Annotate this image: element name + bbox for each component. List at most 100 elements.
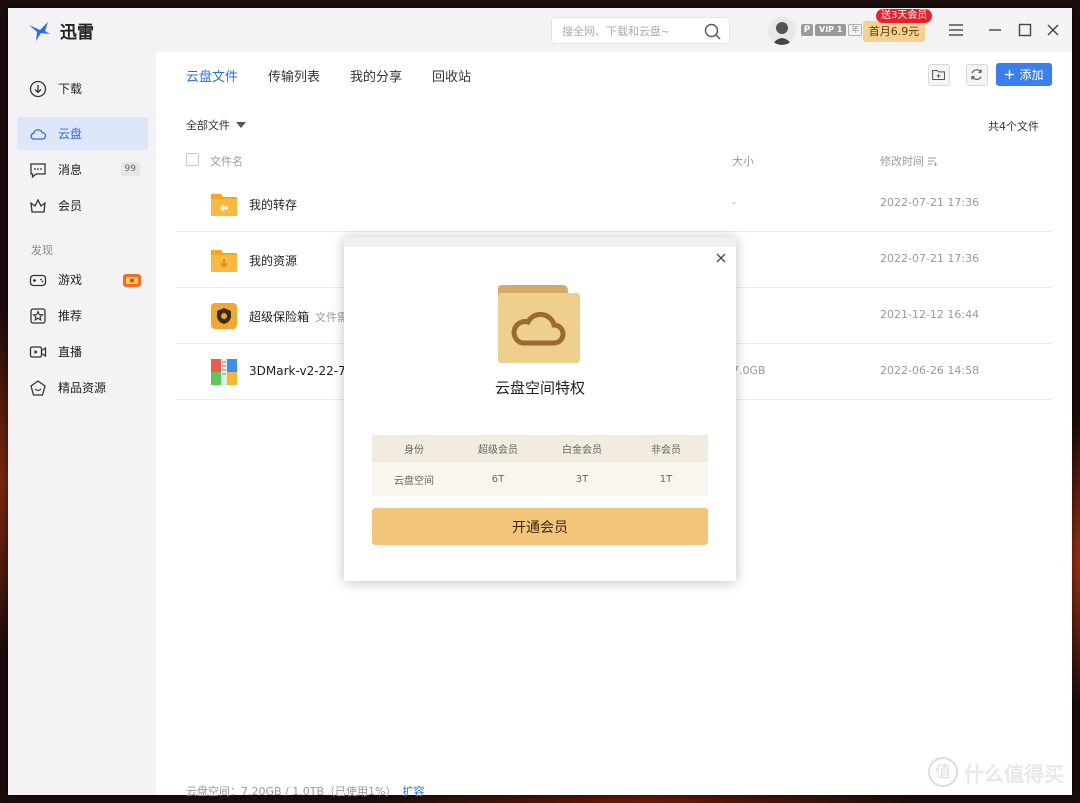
vip-year: 年 — [848, 24, 863, 36]
table-cell: 6T — [491, 473, 505, 485]
safe-box-icon — [211, 303, 237, 329]
gift-icon — [123, 274, 141, 287]
sidebar-item-recommend[interactable]: 推荐 — [17, 299, 148, 332]
thunder-bird-icon — [29, 21, 50, 41]
privilege-table: 身份 超级会员 白金会员 非会员 云盘空间 6T 3T 1T — [372, 435, 708, 496]
table-header-cell: 超级会员 — [478, 445, 518, 456]
sidebar-item-live[interactable]: 直播 — [17, 335, 148, 368]
privilege-table-row: 云盘空间 6T 3T 1T — [372, 462, 708, 496]
file-date: 2022-07-21 17:36 — [880, 196, 980, 209]
search-input[interactable] — [562, 22, 702, 40]
folder-transfer-icon — [211, 194, 237, 216]
file-filter-dropdown[interactable]: 全部文件 — [186, 117, 246, 133]
table-cell: 云盘空间 — [394, 475, 434, 487]
live-icon — [29, 345, 47, 358]
archive-icon — [211, 359, 237, 385]
watermark: 值 什么值得买 — [928, 757, 1064, 787]
promo-tag: 送3天会员 — [876, 9, 933, 23]
file-name-text: 超级保险箱 — [249, 310, 310, 324]
vip-badges: P VIP 1 年 — [801, 24, 863, 36]
sidebar-item-label: 下载 — [58, 82, 83, 96]
column-header-name[interactable]: 文件名 — [210, 153, 243, 169]
sidebar-item-label: 精品资源 — [58, 381, 107, 395]
star-icon — [30, 307, 46, 324]
avatar-icon — [768, 17, 796, 45]
file-name-text: 我的转存 — [249, 198, 298, 212]
sidebar-item-games[interactable]: 游戏 — [17, 263, 148, 296]
file-size: 7.0GB — [732, 364, 766, 377]
file-name: 3DMark-v2-22-7 — [249, 364, 346, 378]
promo-button[interactable]: 首月6.9元 — [863, 21, 925, 42]
message-icon — [30, 162, 46, 178]
refresh-button[interactable] — [966, 64, 988, 86]
app-logo: 迅雷 — [28, 18, 94, 43]
new-folder-button[interactable] — [928, 64, 950, 86]
file-name: 我的转存 — [249, 196, 297, 213]
privilege-modal: 云盘空间特权 身份 超级会员 白金会员 非会员 云盘空间 6T 3T 1T 开通… — [344, 237, 736, 581]
file-date: 2022-07-21 17:36 — [880, 252, 980, 265]
column-header-modified-label: 修改时间 — [880, 155, 924, 168]
sidebar-item-label: 会员 — [58, 199, 83, 213]
file-name: 我的资源 — [249, 252, 297, 269]
app-window: 迅雷 P VIP 1 年 首月6.9元 送3天会员 — [8, 8, 1072, 798]
select-all-checkbox[interactable] — [186, 153, 199, 166]
expand-storage-link[interactable]: 扩容 — [402, 785, 424, 798]
column-header-size[interactable]: 大小 — [732, 153, 754, 169]
add-button-label: 添加 — [1019, 68, 1044, 82]
maximize-icon[interactable] — [1015, 20, 1035, 40]
file-name: 超级保险箱 文件需 — [249, 308, 348, 325]
message-count-badge: 99 — [120, 162, 140, 176]
storage-text: 云盘空间：7.20GB / 1.0TB（已使用1%） — [186, 785, 397, 798]
sidebar-item-label: 直播 — [58, 345, 83, 359]
sidebar-section-discover: 发现 — [31, 244, 53, 257]
modal-close-icon[interactable] — [714, 251, 728, 265]
close-icon[interactable] — [1043, 20, 1063, 40]
sidebar-item-label: 游戏 — [58, 273, 83, 287]
sort-icon — [928, 157, 937, 166]
storage-info: 云盘空间：7.20GB / 1.0TB（已使用1%） 扩容 — [186, 783, 424, 799]
sidebar-item-label: 推荐 — [58, 309, 83, 323]
new-folder-icon — [932, 69, 945, 81]
open-membership-button[interactable]: 开通会员 — [372, 508, 708, 545]
sidebar-item-messages[interactable]: 消息 99 — [17, 153, 148, 186]
tab-recycle-bin[interactable]: 回收站 — [432, 66, 471, 85]
sidebar-item-membership[interactable]: 会员 — [17, 189, 148, 222]
tab-my-shares[interactable]: 我的分享 — [350, 66, 402, 85]
modal-title: 云盘空间特权 — [494, 379, 585, 397]
download-icon — [29, 80, 47, 97]
sidebar: 下载 云盘 消息 99 会员 发现 游戏 推荐 直播 精品资源 — [8, 52, 156, 795]
column-header-modified[interactable]: 修改时间 — [880, 153, 937, 169]
table-header-cell: 非会员 — [651, 445, 681, 456]
vip-prefix: P — [801, 24, 813, 36]
watermark-text: 什么值得买 — [964, 761, 1064, 786]
table-cell: 3T — [575, 473, 589, 485]
sidebar-item-label: 云盘 — [58, 127, 83, 141]
tab-cloud-files[interactable]: 云盘文件 — [186, 66, 238, 85]
avatar[interactable] — [768, 17, 796, 45]
tab-bar: 云盘文件 传输列表 我的分享 回收站 — [186, 66, 501, 85]
add-button[interactable]: 添加 — [996, 63, 1052, 86]
file-name-text: 我的资源 — [249, 254, 298, 268]
table-row[interactable]: 我的转存 - 2022-07-21 17:36 — [176, 176, 1052, 232]
sidebar-item-download[interactable]: 下载 — [17, 72, 148, 105]
file-date: 2021-12-12 16:44 — [880, 308, 980, 321]
search-icon[interactable] — [704, 23, 721, 40]
vip-level: VIP 1 — [815, 24, 847, 36]
tab-transfer-list[interactable]: 传输列表 — [268, 66, 320, 85]
watermark-logo: 值 — [928, 757, 958, 787]
app-name: 迅雷 — [60, 23, 94, 43]
sidebar-item-cloud[interactable]: 云盘 — [17, 117, 148, 150]
minimize-icon[interactable] — [985, 20, 1005, 40]
cloud-icon — [30, 128, 47, 140]
file-count: 共4个文件 — [988, 120, 1039, 133]
file-size: - — [732, 196, 736, 209]
table-cell: 1T — [659, 473, 673, 485]
crown-icon — [30, 198, 46, 213]
privilege-table-header: 身份 超级会员 白金会员 非会员 — [372, 435, 708, 462]
menu-icon[interactable] — [946, 20, 966, 40]
search-box[interactable] — [551, 17, 730, 44]
sidebar-item-premium-resources[interactable]: 精品资源 — [17, 371, 148, 404]
plus-icon — [1005, 69, 1015, 80]
sidebar-item-label: 消息 — [58, 163, 83, 177]
gamepad-icon — [29, 274, 47, 286]
